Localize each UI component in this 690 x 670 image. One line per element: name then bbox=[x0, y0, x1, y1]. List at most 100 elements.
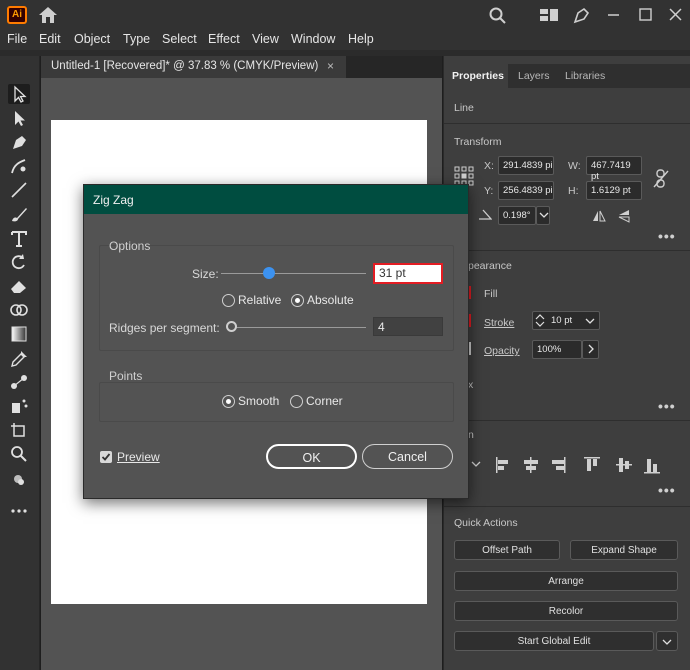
menu-view[interactable]: View bbox=[252, 32, 279, 46]
recolor-button[interactable]: Recolor bbox=[454, 601, 678, 621]
dialog-title-bar[interactable]: Zig Zag bbox=[84, 185, 468, 214]
x-field[interactable]: 291.4839 pi bbox=[498, 156, 554, 175]
menu-object[interactable]: Object bbox=[74, 32, 110, 46]
curvature-tool-icon[interactable] bbox=[8, 156, 30, 176]
close-icon[interactable] bbox=[666, 6, 686, 24]
preview-label[interactable]: Preview bbox=[117, 450, 160, 464]
ok-button[interactable]: OK bbox=[266, 444, 357, 469]
reference-point-icon[interactable] bbox=[454, 166, 474, 186]
artboard-tool-icon[interactable] bbox=[8, 420, 30, 440]
panel-tabs: Properties Layers Libraries bbox=[444, 64, 690, 88]
corner-radio[interactable] bbox=[290, 395, 303, 408]
properties-panel: Properties Layers Libraries Line Transfo… bbox=[443, 56, 690, 670]
document-tab-label: Untitled-1 [Recovered]* @ 37.83 % (CMYK/… bbox=[51, 60, 319, 72]
rotate-angle-icon bbox=[479, 209, 492, 220]
pen-tool-icon[interactable] bbox=[8, 132, 30, 152]
fill-stroke-icon[interactable] bbox=[8, 470, 30, 490]
chevron-down-icon bbox=[539, 212, 549, 218]
pen-nib-icon[interactable] bbox=[571, 6, 591, 24]
x-label: X: bbox=[484, 160, 494, 172]
ridges-input[interactable]: 4 bbox=[373, 317, 443, 336]
stroke-weight-value: 10 pt bbox=[551, 315, 573, 326]
preview-checkbox[interactable] bbox=[100, 451, 112, 463]
eraser-tool-icon[interactable] bbox=[8, 276, 30, 296]
stroke-label[interactable]: Stroke bbox=[484, 317, 514, 329]
menu-effect[interactable]: Effect bbox=[208, 32, 240, 46]
search-icon[interactable] bbox=[488, 6, 508, 24]
more-appearance-options-icon[interactable]: ••• bbox=[658, 398, 676, 414]
corner-label[interactable]: Corner bbox=[306, 394, 343, 408]
stepper-arrows-icon[interactable] bbox=[535, 313, 545, 328]
fill-label: Fill bbox=[484, 288, 498, 300]
arrange-workspace-icon[interactable] bbox=[539, 6, 559, 24]
line-tool-icon[interactable] bbox=[8, 180, 30, 200]
menu-file[interactable]: File bbox=[7, 32, 27, 46]
more-transform-options-icon[interactable]: ••• bbox=[658, 228, 676, 244]
more-tools-icon[interactable] bbox=[8, 501, 30, 521]
ridges-slider-track[interactable] bbox=[227, 327, 366, 328]
height-field[interactable]: 1.6129 pt bbox=[586, 181, 642, 200]
close-document-icon[interactable]: × bbox=[327, 59, 334, 73]
section-divider bbox=[444, 123, 690, 124]
rotate-tool-icon[interactable] bbox=[8, 252, 30, 272]
shape-builder-tool-icon[interactable] bbox=[8, 300, 30, 320]
size-slider-track[interactable] bbox=[221, 273, 366, 274]
eyedropper-tool-icon[interactable] bbox=[8, 348, 30, 368]
global-edit-options-button[interactable] bbox=[656, 631, 678, 651]
absolute-radio[interactable] bbox=[291, 294, 304, 307]
y-label: Y: bbox=[484, 185, 494, 197]
blend-tool-icon[interactable] bbox=[8, 372, 30, 392]
menu-bar: File Edit Object Type Select Effect View… bbox=[0, 30, 690, 50]
ridges-slider-knob[interactable] bbox=[226, 321, 237, 332]
start-global-edit-button[interactable]: Start Global Edit bbox=[454, 631, 654, 651]
zoom-tool-icon[interactable] bbox=[8, 444, 30, 464]
size-slider-knob[interactable] bbox=[263, 267, 275, 279]
menu-edit[interactable]: Edit bbox=[39, 32, 61, 46]
expand-shape-button[interactable]: Expand Shape bbox=[570, 540, 678, 560]
menu-type[interactable]: Type bbox=[123, 32, 150, 46]
opacity-label[interactable]: Opacity bbox=[484, 345, 520, 357]
paintbrush-tool-icon[interactable] bbox=[8, 204, 30, 224]
options-group-label: Options bbox=[109, 239, 151, 253]
angle-field[interactable]: 0.198° bbox=[498, 206, 536, 225]
gradient-tool-icon[interactable] bbox=[8, 324, 30, 344]
menu-select[interactable]: Select bbox=[162, 32, 197, 46]
tab-layers[interactable]: Layers bbox=[518, 64, 550, 88]
opacity-expand[interactable] bbox=[582, 340, 599, 359]
smooth-label[interactable]: Smooth bbox=[238, 394, 279, 408]
cancel-button[interactable]: Cancel bbox=[362, 444, 453, 469]
selection-tool-icon[interactable] bbox=[8, 84, 30, 104]
offset-path-button[interactable]: Offset Path bbox=[454, 540, 560, 560]
y-field[interactable]: 256.4839 pi bbox=[498, 181, 554, 200]
flip-horizontal-icon[interactable] bbox=[592, 209, 606, 223]
size-label: Size: bbox=[192, 267, 219, 281]
chevron-down-icon bbox=[662, 639, 672, 645]
symbol-sprayer-tool-icon[interactable] bbox=[8, 396, 30, 416]
relative-radio[interactable] bbox=[222, 294, 235, 307]
menu-help[interactable]: Help bbox=[348, 32, 374, 46]
maximize-icon[interactable] bbox=[636, 6, 656, 24]
type-tool-icon[interactable] bbox=[8, 228, 30, 248]
chevron-down-icon[interactable] bbox=[585, 316, 595, 326]
tab-properties[interactable]: Properties bbox=[444, 64, 508, 88]
relative-label[interactable]: Relative bbox=[238, 293, 281, 307]
home-icon[interactable] bbox=[37, 5, 59, 25]
align-buttons-icon[interactable] bbox=[494, 456, 664, 474]
tab-libraries[interactable]: Libraries bbox=[565, 64, 605, 88]
direct-selection-tool-icon[interactable] bbox=[8, 108, 30, 128]
more-align-options-icon[interactable]: ••• bbox=[658, 482, 676, 498]
angle-dropdown[interactable] bbox=[536, 206, 550, 225]
minimize-icon[interactable] bbox=[604, 6, 624, 24]
opacity-field[interactable]: 100% bbox=[532, 340, 582, 359]
checkmark-icon bbox=[101, 453, 111, 461]
constrain-proportions-icon[interactable] bbox=[652, 168, 670, 190]
menu-window[interactable]: Window bbox=[291, 32, 335, 46]
smooth-radio[interactable] bbox=[222, 395, 235, 408]
align-to-dropdown-icon[interactable] bbox=[468, 458, 484, 472]
arrange-button[interactable]: Arrange bbox=[454, 571, 678, 591]
width-field[interactable]: 467.7419 pt bbox=[586, 156, 642, 182]
document-tab[interactable]: Untitled-1 [Recovered]* @ 37.83 % (CMYK/… bbox=[41, 56, 346, 78]
size-input[interactable]: 31 pt bbox=[373, 263, 443, 284]
absolute-label[interactable]: Absolute bbox=[307, 293, 354, 307]
flip-vertical-icon[interactable] bbox=[617, 209, 631, 223]
